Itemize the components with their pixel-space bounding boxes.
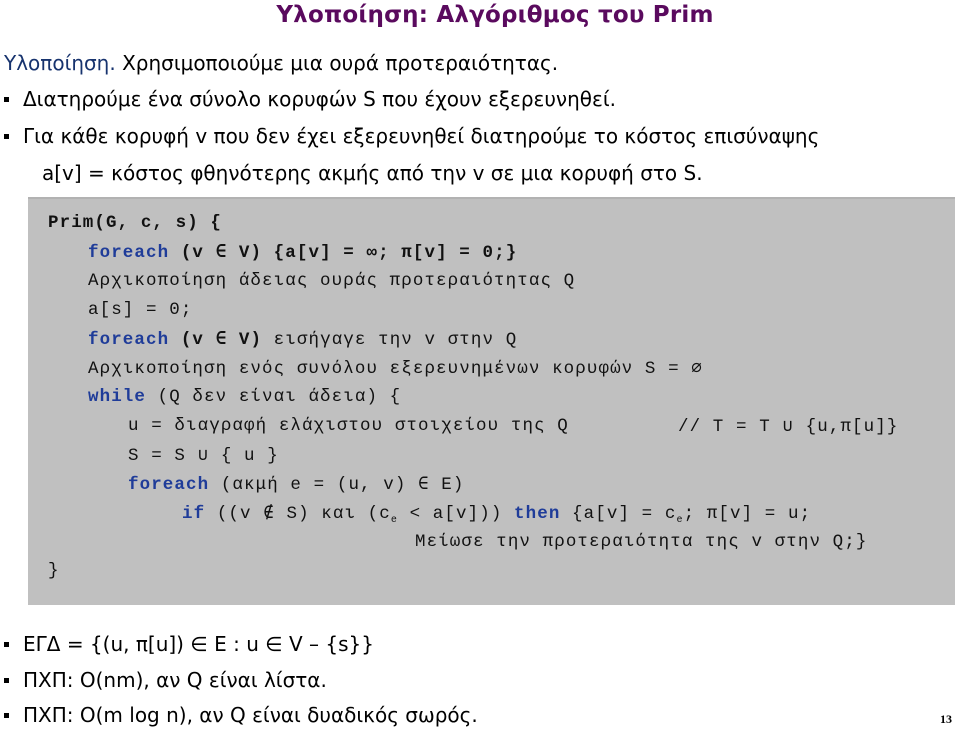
code-line-edge-loop: foreach (ακμή e = (u, v) ∈ E) — [128, 475, 465, 495]
bullet-icon — [4, 678, 9, 683]
code-line-insert-loop: foreach (v ∈ V) εισήγαγε την v στην Q — [88, 330, 518, 350]
code-line-init-queue: Αρχικοποίηση άδειας ουράς προτεραιότητας… — [88, 271, 576, 291]
bullet-text: Για κάθε κορυφή v που δεν έχει εξερευνηθ… — [23, 124, 820, 148]
code-block: Prim(G, c, s) { foreach (v ∈ V) {a[v] = … — [28, 197, 955, 605]
code-keyword-while: while — [88, 387, 147, 407]
code-line-add-to-set: S = S ∪ { u } — [128, 446, 279, 466]
code-line-signature: Prim(G, c, s) { — [48, 213, 223, 233]
code-line-if: if ((v ∉ S) και (ce < a[v])) then {a[v] … — [182, 504, 812, 526]
bullet-item: Διατηρούμε ένα σύνολο κορυφών S που έχου… — [4, 87, 616, 111]
code-keyword-if: if — [182, 504, 206, 524]
code-keyword-foreach: foreach — [88, 330, 170, 350]
code-keyword-then: then — [514, 504, 561, 524]
code-keyword-foreach: foreach — [88, 243, 170, 263]
bullet-icon — [4, 642, 9, 647]
bullet-text: ΠΧΠ: O(nm), αν Q είναι λίστα. — [23, 668, 327, 692]
bullet-item: ΠΧΠ: O(nm), αν Q είναι λίστα. — [4, 668, 327, 692]
code-line-init-loop: foreach (v ∈ V) {a[v] = ∞; π[v] = 0;} — [88, 243, 518, 263]
intro-keyword: Υλοποίηση. — [4, 51, 116, 75]
bullet-icon — [4, 97, 9, 102]
code-line-extract-min: u = διαγραφή ελάχιστου στοιχείου της Q — [128, 416, 569, 436]
slide-title: Υλοποίηση: Αλγόριθμος του Prim — [276, 2, 714, 28]
bullet-icon — [4, 713, 9, 718]
code-line-while: while (Q δεν είναι άδεια) { — [88, 387, 402, 407]
bullet-item: ΠΧΠ: O(m log n), αν Q είναι δυαδικός σωρ… — [4, 703, 478, 727]
bullet-text: ΕΓΔ = {(u, π[u]) ∈ E : u ∈ V – {s}} — [23, 632, 375, 656]
intro-text: Χρησιμοποιούμε μια ουρά προτεραιότητας. — [115, 51, 559, 75]
code-line-close-brace: } — [48, 561, 60, 581]
code-comment: // T = T ∪ {u,π[u]} — [678, 417, 899, 437]
code-keyword-foreach: foreach — [128, 475, 210, 495]
bullet-item: Για κάθε κορυφή v που δεν έχει εξερευνηθ… — [4, 124, 819, 148]
code-line-set-source: a[s] = 0; — [88, 300, 193, 320]
intro-line: Υλοποίηση. Χρησιμοποιούμε μια ουρά προτε… — [4, 51, 558, 75]
bullet-item: ΕΓΔ = {(u, π[u]) ∈ E : u ∈ V – {s}} — [4, 632, 374, 656]
bullet-text: Διατηρούμε ένα σύνολο κορυφών S που έχου… — [23, 87, 616, 111]
bullet-icon — [4, 134, 9, 139]
bullet-text: ΠΧΠ: O(m log n), αν Q είναι δυαδικός σωρ… — [23, 703, 478, 727]
page-number: 13 — [940, 712, 952, 726]
code-line-init-set: Αρχικοποίηση ενός συνόλου εξερευνημένων … — [88, 359, 703, 379]
bullet-continuation: a[v] = κόστος φθηνότερης ακμής από την v… — [42, 161, 703, 185]
code-line-decrease-key: Μείωσε την προτεραιότητα της v στην Q;} — [415, 532, 868, 552]
